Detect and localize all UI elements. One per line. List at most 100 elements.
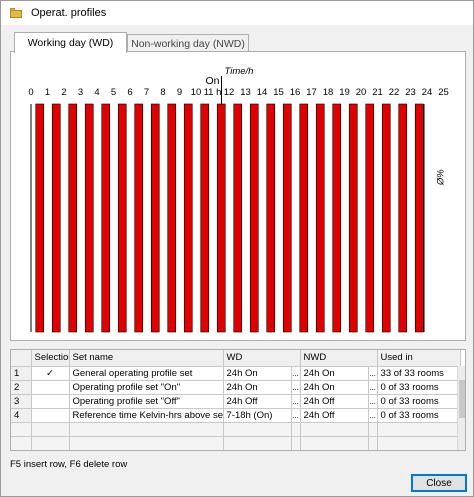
tab-non-working-day[interactable]: Non-working day (NWD) xyxy=(127,34,249,52)
nwd-cell[interactable]: 24h Off xyxy=(300,408,369,423)
column-header-wd[interactable]: WD xyxy=(223,350,301,367)
profile-bar[interactable] xyxy=(183,103,193,333)
empty-cell[interactable] xyxy=(300,422,369,437)
empty-cell[interactable] xyxy=(11,422,32,437)
empty-cell[interactable] xyxy=(223,436,292,450)
wd-edit-button[interactable]: ... xyxy=(291,380,301,395)
empty-cell[interactable] xyxy=(69,436,224,450)
used-in-cell[interactable]: 0 of 33 rooms xyxy=(377,408,461,423)
table-row[interactable]: 4 Reference time Kelvin-hrs above set p..… xyxy=(11,408,461,423)
table-row[interactable]: 1 ✓ General operating profile set 24h On...… xyxy=(11,366,461,381)
wd-cell[interactable]: 24h Off xyxy=(223,394,292,409)
empty-cell[interactable] xyxy=(368,436,378,450)
empty-cell[interactable] xyxy=(300,436,369,450)
column-header-set-name[interactable]: Set name xyxy=(69,350,224,367)
x-tick-label: 5 xyxy=(111,87,116,98)
table-row[interactable]: 3 Operating profile set "Off" 24h Off... 24… xyxy=(11,394,461,409)
profile-bar[interactable] xyxy=(216,103,226,333)
close-button[interactable]: Close xyxy=(411,474,467,492)
empty-cell[interactable] xyxy=(11,436,32,450)
selection-cell[interactable] xyxy=(31,380,70,395)
table-row[interactable]: 2 Operating profile set "On" 24h On... 24h … xyxy=(11,380,461,395)
used-in-cell[interactable]: 0 of 33 rooms xyxy=(377,394,461,409)
x-tick-label: 4 xyxy=(94,87,99,98)
profile-bar[interactable] xyxy=(51,103,61,333)
profile-bar[interactable] xyxy=(117,103,127,333)
profile-bar[interactable] xyxy=(381,103,391,333)
column-header-used-in[interactable]: Used in xyxy=(377,350,461,367)
empty-cell[interactable] xyxy=(31,422,70,437)
profile-bar[interactable] xyxy=(150,103,160,333)
profile-bar[interactable] xyxy=(282,103,292,333)
wd-edit-button[interactable]: ... xyxy=(291,394,301,409)
profile-bar[interactable] xyxy=(35,103,45,333)
profile-chart[interactable]: 0 1 2 3 4 5 6 7 8 9 10 11 h 12 13 14 15 16 17 18 19 20 21 22 23… xyxy=(11,52,467,342)
profile-bar[interactable] xyxy=(414,103,424,333)
column-header-nwd[interactable]: NWD xyxy=(300,350,378,367)
scrollbar-thumb[interactable] xyxy=(459,380,465,418)
x-tick-label: 21 xyxy=(372,87,383,98)
x-tick-label: 10 xyxy=(191,87,202,98)
x-tick-label: 1 xyxy=(45,87,50,98)
profile-bar[interactable] xyxy=(233,103,243,333)
column-header-selection[interactable]: Selection xyxy=(31,350,70,367)
nwd-edit-button[interactable]: ... xyxy=(368,394,378,409)
empty-cell[interactable] xyxy=(377,436,461,450)
profile-bar[interactable] xyxy=(332,103,342,333)
used-in-cell[interactable]: 33 of 33 rooms xyxy=(377,366,461,381)
x-tick-label: 7 xyxy=(144,87,149,98)
profile-bar[interactable] xyxy=(249,103,259,333)
nwd-cell[interactable]: 24h Off xyxy=(300,394,369,409)
tab-working-day[interactable]: Working day (WD) xyxy=(14,32,127,53)
selection-cell[interactable] xyxy=(31,408,70,423)
profile-bar[interactable] xyxy=(348,103,358,333)
set-name-cell[interactable]: Operating profile set "On" xyxy=(69,380,224,395)
selection-cell[interactable] xyxy=(31,394,70,409)
table-scrollbar[interactable] xyxy=(457,366,465,450)
empty-cell[interactable] xyxy=(291,422,301,437)
wd-cell[interactable]: 24h On xyxy=(223,380,292,395)
profile-bar[interactable] xyxy=(134,103,144,333)
empty-cell[interactable] xyxy=(69,422,224,437)
nwd-cell[interactable]: 24h On xyxy=(300,366,369,381)
nwd-cell[interactable]: 24h On xyxy=(300,380,369,395)
profile-bar[interactable] xyxy=(315,103,325,333)
profile-bar[interactable] xyxy=(365,103,375,333)
x-tick-label: 13 xyxy=(240,87,251,98)
selection-cell[interactable]: ✓ xyxy=(31,366,70,381)
empty-cell[interactable] xyxy=(368,422,378,437)
profile-bar[interactable] xyxy=(398,103,408,333)
used-in-cell[interactable]: 0 of 33 rooms xyxy=(377,380,461,395)
nwd-edit-button[interactable]: ... xyxy=(368,366,378,381)
x-tick-label: 20 xyxy=(356,87,367,98)
empty-table-row[interactable] xyxy=(11,422,461,437)
title-bar: Operat. profiles xyxy=(1,1,473,25)
profile-bar[interactable] xyxy=(68,103,78,333)
x-tick-label: 11 h xyxy=(204,87,222,98)
empty-table-row[interactable] xyxy=(11,436,461,450)
empty-cell[interactable] xyxy=(377,422,461,437)
set-name-cell[interactable]: Reference time Kelvin-hrs above set p... xyxy=(69,408,224,423)
nwd-edit-button[interactable]: ... xyxy=(368,408,378,423)
wd-edit-button[interactable]: ... xyxy=(291,366,301,381)
profile-bar[interactable] xyxy=(200,103,210,333)
empty-cell[interactable] xyxy=(223,422,292,437)
profile-bar[interactable] xyxy=(266,103,276,333)
profile-bar[interactable] xyxy=(101,103,111,333)
empty-cell[interactable] xyxy=(291,436,301,450)
empty-cell[interactable] xyxy=(31,436,70,450)
table-header-row: Selection Set name WD NWD Used in xyxy=(11,350,461,367)
profile-bar[interactable] xyxy=(167,103,177,333)
row-number: 1 xyxy=(11,366,32,381)
wd-cell[interactable]: 24h On xyxy=(223,366,292,381)
set-name-cell[interactable]: Operating profile set "Off" xyxy=(69,394,224,409)
x-axis-label: Time/h xyxy=(225,66,254,77)
y-axis-label: %Ø xyxy=(434,169,445,185)
wd-edit-button[interactable]: ... xyxy=(291,408,301,423)
profile-bar[interactable] xyxy=(299,103,309,333)
profile-sets-table: Selection Set name WD NWD Used in 1✓Gene… xyxy=(10,349,466,451)
profile-bar[interactable] xyxy=(84,103,94,333)
nwd-edit-button[interactable]: ... xyxy=(368,380,378,395)
wd-cell[interactable]: 7-18h (On) xyxy=(223,408,292,423)
set-name-cell[interactable]: General operating profile set xyxy=(69,366,224,381)
